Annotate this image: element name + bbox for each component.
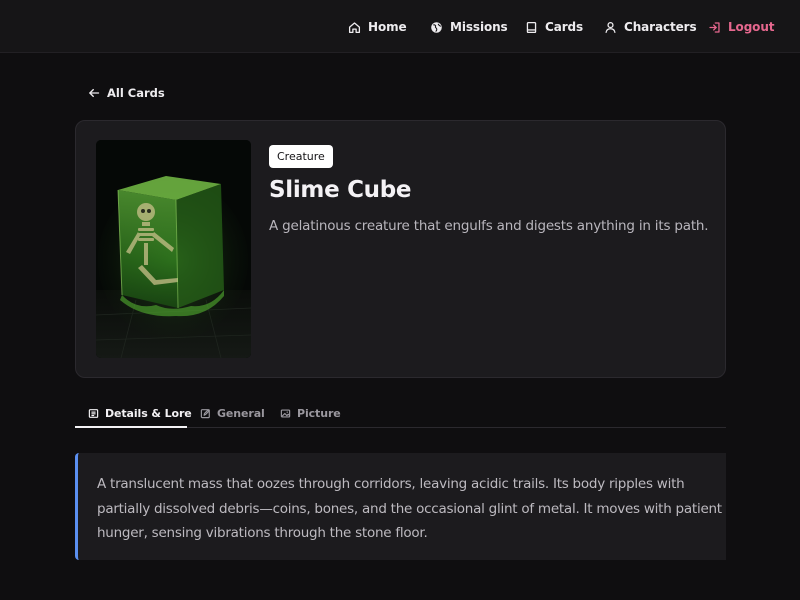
globe-icon (430, 21, 443, 34)
arrow-left-icon (88, 87, 100, 99)
back-link-label: All Cards (107, 86, 165, 100)
nav-home[interactable]: Home (348, 18, 407, 36)
nav-cards[interactable]: Cards (525, 18, 583, 36)
tab-details-lore-label: Details & Lore (105, 406, 192, 420)
tab-picture-label: Picture (297, 406, 341, 420)
lore-text: A translucent mass that oozes through co… (97, 476, 722, 541)
card-subtitle: A gelatinous creature that engulfs and d… (269, 218, 709, 234)
back-to-all-cards-link[interactable]: All Cards (88, 85, 165, 101)
card-artwork (96, 140, 251, 358)
document-icon (88, 408, 99, 419)
home-icon (348, 21, 361, 34)
tab-details-lore[interactable]: Details & Lore (88, 398, 192, 428)
card-type-badge: Creature (269, 145, 333, 168)
tab-general[interactable]: General (200, 398, 265, 428)
card-detail-panel: Creature Slime Cube A gelatinous creatur… (75, 120, 726, 378)
slime-cube-illustration (96, 140, 251, 358)
nav-missions-label: Missions (450, 20, 508, 34)
image-icon (280, 408, 291, 419)
edit-icon (200, 408, 211, 419)
nav-characters-label: Characters (624, 20, 697, 34)
logout-icon (708, 21, 721, 34)
tab-picture[interactable]: Picture (280, 398, 341, 428)
nav-characters[interactable]: Characters (604, 18, 697, 36)
book-icon (525, 21, 538, 34)
top-navigation: Home Missions Cards Characters Logout (0, 0, 800, 53)
card-tabs: Details & Lore General Picture (75, 398, 726, 428)
user-icon (604, 21, 617, 34)
tab-general-label: General (217, 406, 265, 420)
nav-home-label: Home (368, 20, 407, 34)
active-tab-indicator (75, 426, 187, 428)
nav-logout[interactable]: Logout (708, 18, 775, 36)
lore-block: A translucent mass that oozes through co… (75, 453, 726, 560)
card-title: Slime Cube (269, 177, 412, 203)
nav-missions[interactable]: Missions (430, 18, 508, 36)
nav-logout-label: Logout (728, 20, 775, 34)
nav-cards-label: Cards (545, 20, 584, 34)
